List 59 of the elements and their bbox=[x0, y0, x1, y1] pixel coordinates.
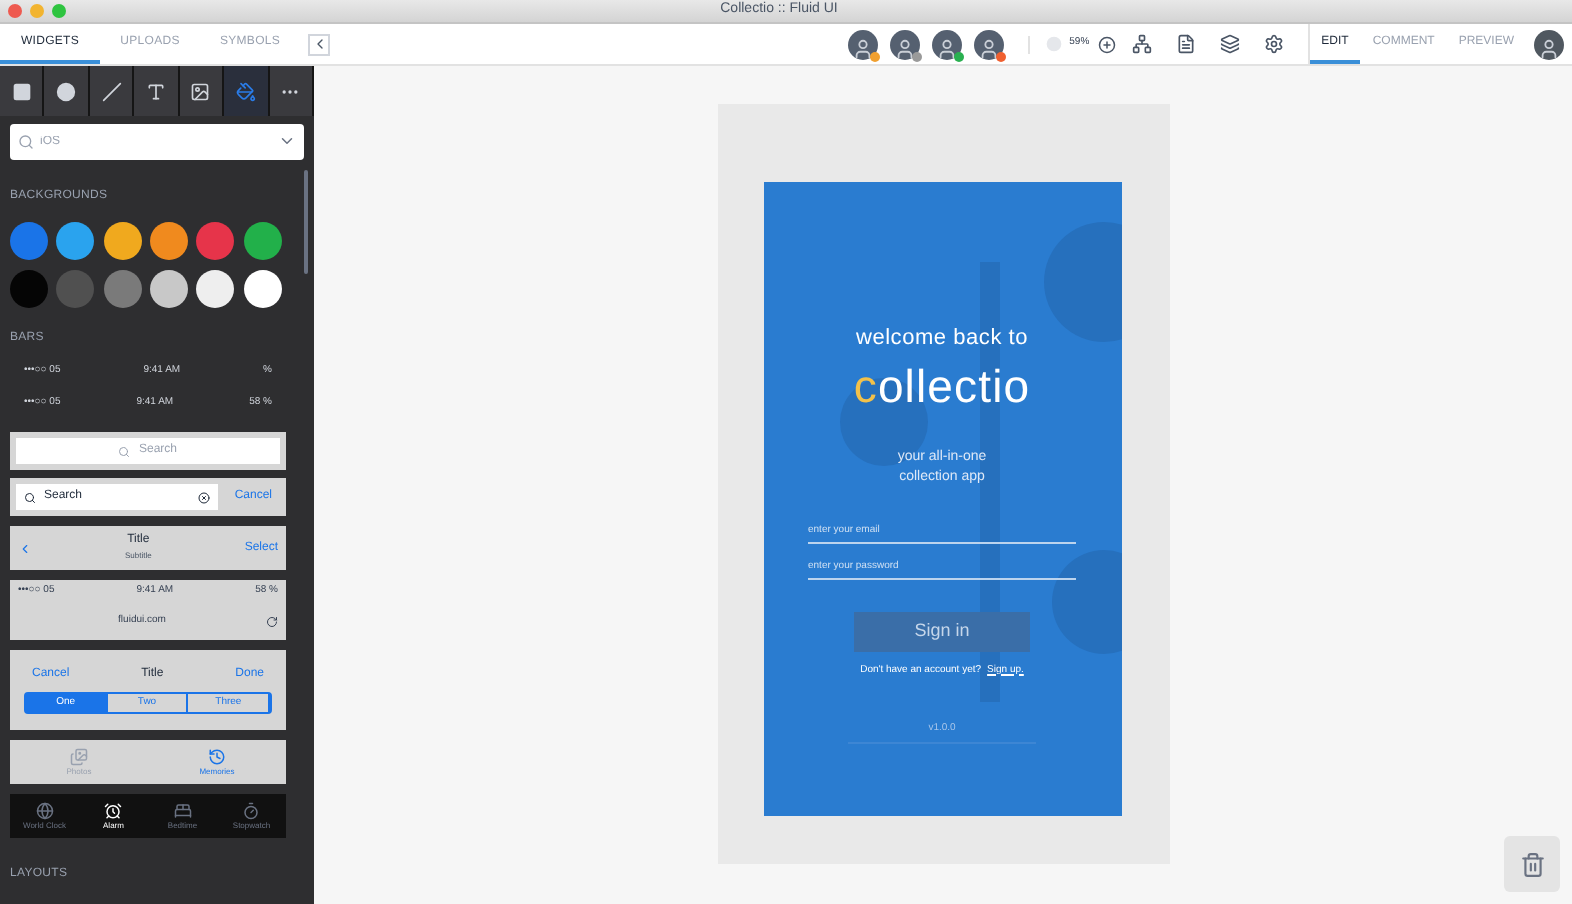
line-icon bbox=[101, 81, 122, 101]
greeting-text: welcome back to bbox=[855, 324, 1029, 354]
color-swatch[interactable] bbox=[10, 222, 48, 260]
zoom-in-icon[interactable] bbox=[1097, 35, 1116, 53]
avatar[interactable] bbox=[973, 29, 1004, 59]
trash-icon bbox=[1519, 851, 1545, 877]
tab-icon bbox=[104, 801, 123, 819]
color-swatch[interactable] bbox=[103, 222, 142, 260]
photos-icon bbox=[70, 747, 88, 765]
color-swatch[interactable] bbox=[56, 222, 95, 260]
chevron-down-icon[interactable] bbox=[278, 132, 296, 150]
tab-icon bbox=[242, 801, 261, 819]
circle-icon bbox=[56, 81, 77, 101]
person-icon bbox=[1538, 37, 1560, 59]
avatar[interactable] bbox=[931, 29, 962, 59]
search-icon bbox=[24, 491, 36, 503]
color-swatch[interactable] bbox=[10, 270, 48, 308]
logo-initial: c bbox=[853, 359, 878, 411]
avatar[interactable] bbox=[847, 29, 878, 59]
color-swatch[interactable] bbox=[150, 222, 188, 260]
back-icon bbox=[18, 541, 32, 555]
reload-icon bbox=[266, 616, 278, 628]
square-icon bbox=[11, 81, 32, 101]
clear-icon bbox=[198, 491, 211, 503]
tool-button[interactable] bbox=[89, 66, 135, 116]
color-swatch[interactable] bbox=[196, 270, 235, 308]
text-icon bbox=[145, 81, 166, 101]
search-icon bbox=[18, 134, 34, 150]
paint-bucket-icon bbox=[235, 81, 256, 101]
tab-icon bbox=[35, 801, 54, 819]
tab-icon bbox=[173, 801, 192, 819]
user-avatar[interactable] bbox=[1534, 29, 1564, 59]
scrollbar-thumb[interactable] bbox=[304, 170, 308, 274]
tool-button[interactable] bbox=[44, 66, 90, 116]
tool-button[interactable] bbox=[0, 66, 45, 116]
search-icon bbox=[118, 445, 131, 457]
person-icon bbox=[893, 37, 916, 59]
close-window-icon[interactable] bbox=[8, 4, 22, 18]
logo-text: ollectio bbox=[877, 359, 1031, 411]
trash-button[interactable] bbox=[1504, 836, 1560, 892]
color-swatch[interactable] bbox=[56, 270, 95, 308]
color-swatch[interactable] bbox=[103, 270, 142, 308]
layers-icon[interactable] bbox=[1219, 34, 1240, 54]
person-icon bbox=[851, 37, 874, 59]
sitemap-icon[interactable] bbox=[1131, 34, 1152, 54]
person-icon bbox=[977, 37, 1000, 59]
document-icon[interactable] bbox=[1175, 34, 1196, 54]
history-icon bbox=[208, 747, 226, 765]
color-swatch[interactable] bbox=[243, 222, 282, 260]
color-swatch[interactable] bbox=[243, 270, 282, 308]
tool-button[interactable] bbox=[179, 66, 225, 116]
color-swatch[interactable] bbox=[150, 270, 188, 308]
image-icon bbox=[190, 81, 211, 101]
color-swatch[interactable] bbox=[196, 222, 235, 260]
tool-button[interactable] bbox=[134, 66, 180, 116]
sign-in-button[interactable]: Sign in bbox=[854, 611, 1030, 651]
avatar[interactable] bbox=[889, 29, 920, 59]
settings-icon[interactable] bbox=[1263, 34, 1284, 54]
person-icon bbox=[935, 37, 958, 59]
